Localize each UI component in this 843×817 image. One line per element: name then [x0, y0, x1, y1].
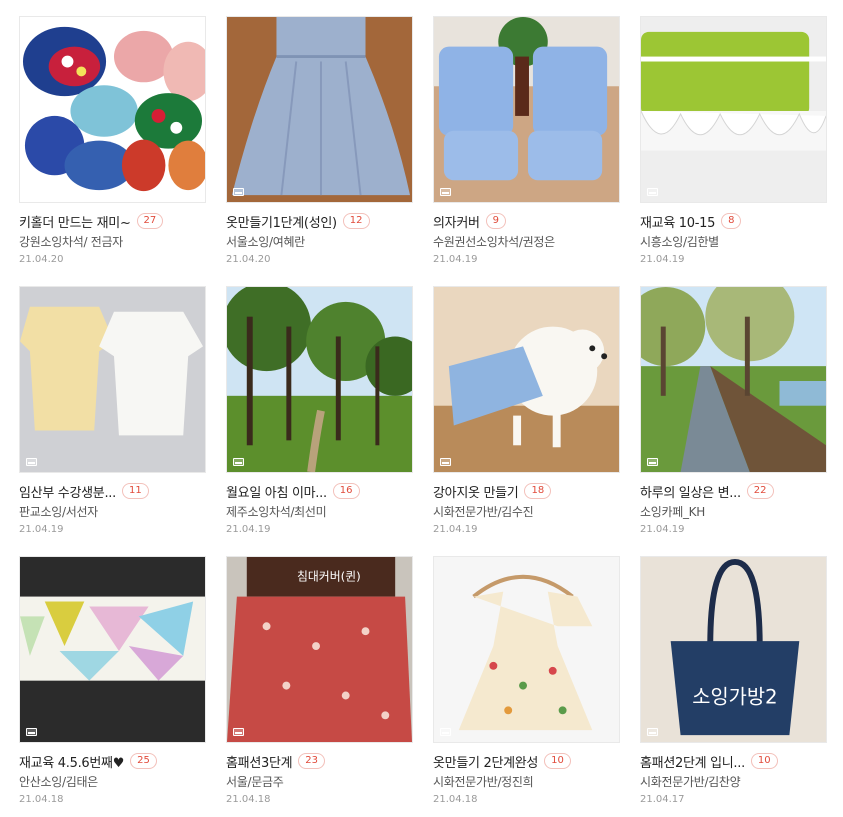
post-title[interactable]: 홈패션2단계 입니...	[640, 752, 745, 771]
post-card[interactable]: 재교육 10-15 8 시흥소잉/김한별 21.04.19	[640, 16, 827, 265]
post-title[interactable]: 재교육 4.5.6번째♥	[19, 752, 124, 771]
post-card[interactable]: 키홀더 만드는 재미~ 27 강원소잉차석/ 전금자 21.04.20	[19, 16, 206, 265]
image-icon	[647, 458, 658, 466]
post-card[interactable]: 재교육 4.5.6번째♥ 25 안산소잉/김태은 21.04.18	[19, 556, 206, 805]
image-icon	[26, 188, 37, 196]
tote-bag-lettering: 소잉가방2	[692, 685, 777, 708]
post-author: 수원권선소잉차석/권정은	[433, 235, 555, 249]
comment-count-badge: 25	[130, 753, 157, 769]
image-icon	[26, 728, 37, 736]
post-card[interactable]: 월요일 아침 이마... 16 제주소잉차석/최선미 21.04.19	[226, 286, 413, 535]
image-icon	[440, 458, 451, 466]
post-thumbnail[interactable]	[433, 286, 620, 473]
bed-cover-caption: 침대커버(퀸)	[297, 570, 361, 584]
post-thumbnail[interactable]	[19, 556, 206, 743]
skirt-photo	[227, 17, 412, 202]
floral-dress-photo	[434, 557, 619, 742]
post-card[interactable]: 임산부 수강생분... 11 판교소잉/서선자 21.04.19	[19, 286, 206, 535]
post-grid: 키홀더 만드는 재미~ 27 강원소잉차석/ 전금자 21.04.20 옷만들기1…	[0, 0, 843, 817]
image-icon	[647, 188, 658, 196]
post-thumbnail[interactable]: 침대커버(퀸)	[226, 556, 413, 743]
comment-count-badge: 16	[332, 483, 360, 499]
post-title[interactable]: 옷만들기 2단계완성	[433, 752, 538, 771]
image-icon	[233, 188, 244, 196]
post-thumbnail[interactable]	[433, 16, 620, 203]
post-thumbnail[interactable]	[19, 16, 206, 203]
path-photo	[641, 287, 826, 472]
tissue-cover-photo	[641, 17, 826, 202]
post-thumbnail[interactable]	[433, 556, 620, 743]
post-card[interactable]: 옷만들기 2단계완성 10 시화전문가반/정진희 21.04.18	[433, 556, 620, 805]
post-date: 21.04.18	[19, 794, 64, 805]
post-author: 소잉카페_KH	[640, 505, 705, 519]
post-thumbnail[interactable]	[19, 286, 206, 473]
post-card[interactable]: 하루의 일상은 변... 22 소잉카페_KH 21.04.19	[640, 286, 827, 535]
image-icon	[440, 728, 451, 736]
post-date: 21.04.19	[433, 254, 478, 265]
post-date: 21.04.19	[640, 254, 685, 265]
post-author: 판교소잉/서선자	[19, 505, 98, 519]
post-thumbnail[interactable]	[640, 16, 827, 203]
post-date: 21.04.18	[226, 794, 271, 805]
post-title[interactable]: 홈패션3단계	[226, 752, 292, 771]
post-card[interactable]: 의자커버 9 수원권선소잉차석/권정은 21.04.19	[433, 16, 620, 265]
baby-clothes-photo	[20, 287, 205, 472]
post-thumbnail[interactable]	[226, 286, 413, 473]
image-icon	[26, 458, 37, 466]
post-card[interactable]: 소잉가방2 홈패션2단계 입니... 10 시화전문가반/김찬양 21.04.17	[640, 556, 827, 805]
image-icon	[440, 188, 451, 196]
keyholder-photo	[20, 17, 205, 202]
post-thumbnail[interactable]	[226, 16, 413, 203]
post-title[interactable]: 강아지옷 만들기	[433, 482, 518, 501]
post-title[interactable]: 의자커버	[433, 212, 480, 231]
post-author: 안산소잉/김태은	[19, 775, 98, 789]
post-title[interactable]: 월요일 아침 이마...	[226, 482, 327, 501]
post-title[interactable]: 옷만들기1단계(성인)	[226, 212, 337, 231]
bed-cover-photo: 침대커버(퀸)	[227, 557, 412, 742]
post-author: 시화전문가반/정진희	[433, 775, 534, 789]
forest-photo	[227, 287, 412, 472]
post-card[interactable]: 강아지옷 만들기 18 시화전문가반/김수진 21.04.19	[433, 286, 620, 535]
comment-count-badge: 22	[746, 483, 774, 499]
comment-count-badge: 27	[136, 213, 164, 229]
post-author: 시화전문가반/김수진	[433, 505, 534, 519]
post-date: 21.04.19	[433, 524, 478, 535]
chair-cover-photo	[434, 17, 619, 202]
post-title[interactable]: 키홀더 만드는 재미~	[19, 212, 131, 231]
post-date: 21.04.19	[640, 524, 685, 535]
post-card[interactable]: 침대커버(퀸) 홈패션3단계 23 서울/문금주 21.04.18	[226, 556, 413, 805]
post-author: 시흥소잉/김한별	[640, 235, 719, 249]
post-title[interactable]: 재교육 10-15	[640, 212, 715, 231]
post-date: 21.04.19	[226, 524, 271, 535]
tote-bag-photo: 소잉가방2	[641, 557, 826, 742]
post-date: 21.04.17	[640, 794, 685, 805]
post-author: 시화전문가반/김찬양	[640, 775, 741, 789]
post-thumbnail[interactable]: 소잉가방2	[640, 556, 827, 743]
comment-count-badge: 18	[524, 483, 552, 499]
dog-clothes-photo	[434, 287, 619, 472]
comment-count-badge: 8	[721, 213, 742, 229]
comment-count-badge: 10	[544, 753, 571, 769]
post-date: 21.04.19	[19, 524, 64, 535]
post-author: 서울소잉/여혜란	[226, 235, 305, 249]
post-author: 강원소잉차석/ 전금자	[19, 235, 123, 249]
post-title[interactable]: 임산부 수강생분...	[19, 482, 116, 501]
comment-count-badge: 11	[121, 483, 149, 499]
image-icon	[233, 458, 244, 466]
post-thumbnail[interactable]	[640, 286, 827, 473]
patchwork-fabric-photo	[20, 557, 205, 742]
image-icon	[233, 728, 244, 736]
post-card[interactable]: 옷만들기1단계(성인) 12 서울소잉/여혜란 21.04.20	[226, 16, 413, 265]
post-date: 21.04.20	[226, 254, 271, 265]
comment-count-badge: 23	[298, 753, 326, 769]
post-author: 서울/문금주	[226, 775, 284, 789]
post-author: 제주소잉차석/최선미	[226, 505, 327, 519]
post-title[interactable]: 하루의 일상은 변...	[640, 482, 741, 501]
comment-count-badge: 12	[342, 213, 370, 229]
post-date: 21.04.18	[433, 794, 478, 805]
comment-count-badge: 10	[750, 753, 778, 769]
image-icon	[647, 728, 658, 736]
post-date: 21.04.20	[19, 254, 64, 265]
comment-count-badge: 9	[485, 213, 507, 229]
